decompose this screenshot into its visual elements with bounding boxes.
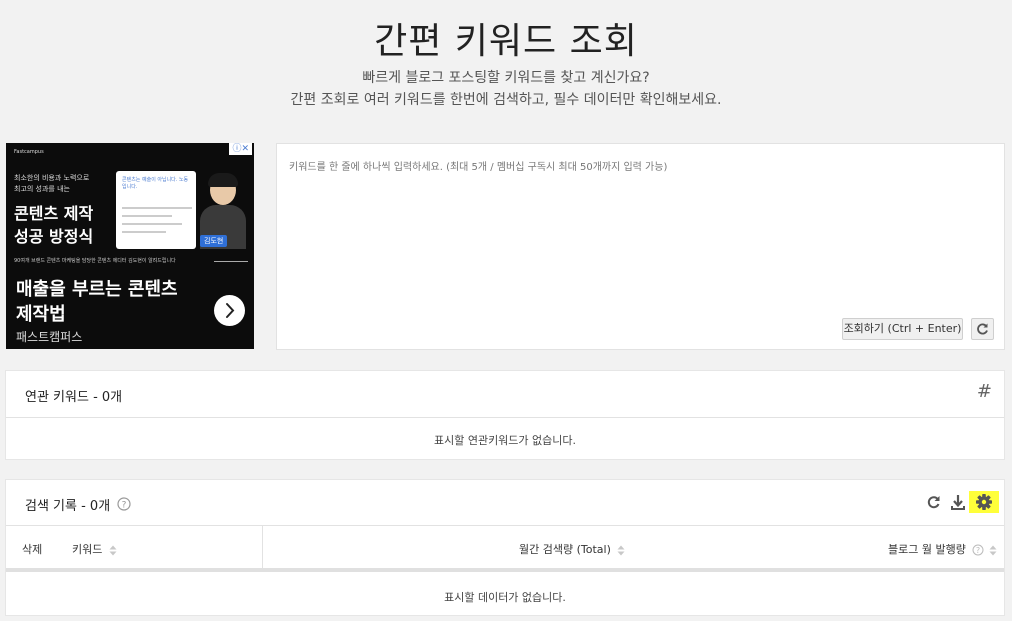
divider — [6, 417, 1004, 418]
ad-intro-line2: 최고의 성과를 내는 — [14, 185, 70, 193]
column-label-monthly: 월간 검색량 (Total) — [519, 543, 611, 556]
refresh-icon — [977, 323, 988, 335]
related-keywords-title: 연관 키워드 - 0개 — [25, 390, 123, 405]
settings-button[interactable] — [969, 491, 999, 513]
download-icon[interactable] — [949, 493, 967, 511]
ad-brand-name: 패스트캠퍼스 — [16, 330, 83, 344]
related-empty-message: 표시할 연관키워드가 없습니다. — [433, 434, 577, 447]
ad-card-line — [122, 231, 166, 233]
keyword-input-panel: 조회하기 (Ctrl + Enter) — [276, 143, 1005, 350]
reset-input-button[interactable] — [971, 318, 994, 340]
ad-brand-logo: Fastcampus — [14, 149, 44, 155]
ad-intro-line1: 최소한의 비용과 노력으로 — [14, 174, 90, 182]
search-button[interactable]: 조회하기 (Ctrl + Enter) — [842, 318, 963, 340]
ad-headline-line1: 콘텐츠 제작 — [14, 204, 94, 223]
column-header-keyword[interactable]: 키워드 — [72, 541, 117, 557]
hash-icon[interactable]: # — [977, 381, 992, 402]
svg-text:?: ? — [122, 501, 127, 511]
search-history-title: 검색 기록 - 0개 — [25, 499, 111, 514]
page-subtitle-line2: 간편 조회로 여러 키워드를 한번에 검색하고, 필수 데이터만 확인해보세요. — [290, 92, 722, 108]
svg-text:?: ? — [976, 546, 980, 555]
help-icon[interactable]: ? — [117, 497, 131, 511]
sort-icon — [617, 545, 625, 555]
ad-book-card: 콘텐츠는 예술이 아닙니다. 노동입니다. — [116, 171, 196, 249]
page-title: 간편 키워드 조회 — [374, 21, 638, 62]
refresh-icon[interactable] — [925, 493, 943, 511]
ad-banner[interactable]: Fastcampus ⓘ✕ 최소한의 비용과 노력으로 최고의 성과를 내는 콘… — [6, 143, 254, 349]
ad-card-note: 콘텐츠는 예술이 아닙니다. 노동입니다. — [122, 177, 189, 190]
column-label-keyword: 키워드 — [72, 543, 103, 556]
sort-icon — [989, 545, 997, 555]
ad-card-line — [122, 215, 172, 217]
divider — [6, 525, 1004, 526]
help-icon[interactable]: ? — [972, 544, 984, 556]
gear-icon — [976, 494, 992, 510]
ad-headline-line2: 성공 방정식 — [14, 227, 94, 246]
ad-big-line1: 매출을 부르는 콘텐츠 — [16, 279, 178, 300]
ad-card-line — [122, 223, 182, 225]
column-header-blog[interactable]: 블로그 월 발행량 ? — [888, 541, 997, 557]
ad-mid-text: 90여개 브랜드 콘텐츠 마케팅을 담당한 콘텐츠 에디터 김도현이 알려드립니… — [14, 258, 176, 264]
table-header-divider — [6, 568, 1004, 572]
chevron-right-icon — [226, 303, 235, 318]
column-separator — [262, 525, 263, 569]
column-header-delete: 삭제 — [22, 543, 43, 556]
ad-card-line — [122, 207, 192, 209]
ad-arrow-line — [214, 261, 248, 262]
sort-icon — [109, 545, 117, 555]
related-keywords-panel: 연관 키워드 - 0개 # 표시할 연관키워드가 없습니다. — [5, 370, 1005, 460]
ad-choices-icon[interactable]: ⓘ✕ — [229, 143, 252, 155]
ad-next-button[interactable] — [214, 295, 245, 326]
column-label-blog: 블로그 월 발행량 — [888, 543, 966, 556]
search-history-panel: 검색 기록 - 0개 ? 삭제 키워드 월간 검색량 (Total) 블로그 월… — [5, 479, 1005, 616]
column-header-monthly[interactable]: 월간 검색량 (Total) — [519, 541, 625, 557]
ad-name-tag: 김도현 — [200, 235, 228, 247]
history-empty-message: 표시할 데이터가 없습니다. — [444, 591, 566, 604]
page-subtitle-line1: 빠르게 블로그 포스팅할 키워드를 찾고 계신가요? — [362, 70, 650, 86]
ad-big-line2: 제작법 — [16, 304, 66, 325]
